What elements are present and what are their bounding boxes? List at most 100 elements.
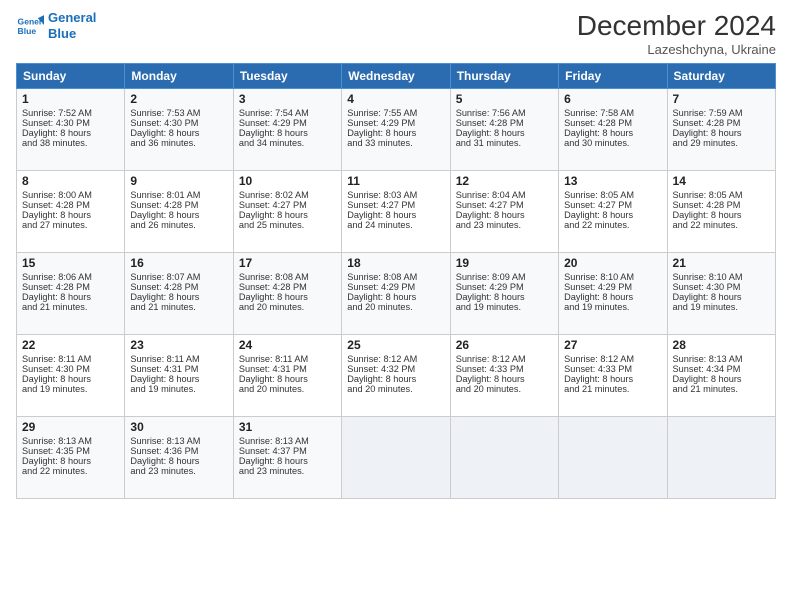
table-row: 19 Sunrise: 8:09 AMSunset: 4:29 PMDayligh…	[450, 253, 558, 335]
cell-info-line: Sunset: 4:30 PM	[22, 118, 119, 128]
cell-info-line: and 30 minutes.	[564, 138, 661, 148]
day-number: 21	[673, 256, 770, 270]
day-number: 15	[22, 256, 119, 270]
cell-info-line: Sunset: 4:28 PM	[564, 118, 661, 128]
location-subtitle: Lazeshchyna, Ukraine	[577, 42, 776, 57]
table-row: 10Sunrise: 8:02 AMSunset: 4:27 PMDayligh…	[233, 171, 341, 253]
cell-info-line: Daylight: 8 hours	[564, 374, 661, 384]
day-number: 7	[673, 92, 770, 106]
cell-info-line: Daylight: 8 hours	[22, 128, 119, 138]
cell-info-line: and 20 minutes.	[239, 384, 336, 394]
logo: General Blue General Blue	[16, 10, 96, 41]
cell-info-line: Daylight: 8 hours	[22, 456, 119, 466]
day-number: 9	[130, 174, 227, 188]
cell-info-line: Sunset: 4:28 PM	[130, 200, 227, 210]
cell-info-line: Sunrise: 7:59 AM	[673, 108, 770, 118]
logo-icon: General Blue	[16, 12, 44, 40]
cell-info-line: Daylight: 8 hours	[564, 210, 661, 220]
cell-info-line: Daylight: 8 hours	[239, 292, 336, 302]
table-row: 30Sunrise: 8:13 AMSunset: 4:36 PMDayligh…	[125, 417, 233, 499]
cell-info-line: Daylight: 8 hours	[347, 374, 444, 384]
cell-info-line: and 27 minutes.	[22, 220, 119, 230]
cell-info-line: Sunset: 4:29 PM	[456, 282, 553, 292]
table-row: 3Sunrise: 7:54 AMSunset: 4:29 PMDaylight…	[233, 89, 341, 171]
cell-info-line: Sunrise: 8:05 AM	[673, 190, 770, 200]
table-row: 24Sunrise: 8:11 AMSunset: 4:31 PMDayligh…	[233, 335, 341, 417]
day-number: 31	[239, 420, 336, 434]
cell-info-line: Daylight: 8 hours	[456, 210, 553, 220]
cell-info-line: Sunrise: 8:13 AM	[130, 436, 227, 446]
cell-info-line: Daylight: 8 hours	[239, 210, 336, 220]
day-number: 27	[564, 338, 661, 352]
cell-info-line: Sunrise: 8:12 AM	[564, 354, 661, 364]
cell-info-line: Daylight: 8 hours	[22, 210, 119, 220]
cell-info-line: and 21 minutes.	[22, 302, 119, 312]
cell-info-line: and 19 minutes.	[456, 302, 553, 312]
table-row: 7Sunrise: 7:59 AMSunset: 4:28 PMDaylight…	[667, 89, 775, 171]
cell-info-line: and 26 minutes.	[130, 220, 227, 230]
cell-info-line: Daylight: 8 hours	[456, 292, 553, 302]
cell-info-line: Sunrise: 8:11 AM	[130, 354, 227, 364]
cell-info-line: Sunset: 4:30 PM	[673, 282, 770, 292]
cell-info-line: Daylight: 8 hours	[239, 374, 336, 384]
cell-info-line: Sunrise: 7:53 AM	[130, 108, 227, 118]
month-title: December 2024	[577, 10, 776, 42]
cell-info-line: and 38 minutes.	[22, 138, 119, 148]
day-number: 5	[456, 92, 553, 106]
day-number: 8	[22, 174, 119, 188]
cell-info-line: Sunrise: 8:10 AM	[673, 272, 770, 282]
calendar-table: Sunday Monday Tuesday Wednesday Thursday…	[16, 63, 776, 499]
cell-info-line: Sunset: 4:28 PM	[22, 200, 119, 210]
cell-info-line: Sunset: 4:30 PM	[22, 364, 119, 374]
col-sunday: Sunday	[17, 64, 125, 89]
cell-info-line: Sunset: 4:28 PM	[456, 118, 553, 128]
cell-info-line: and 19 minutes.	[22, 384, 119, 394]
cell-info-line: Sunrise: 7:56 AM	[456, 108, 553, 118]
cell-info-line: and 19 minutes.	[564, 302, 661, 312]
table-row: 28Sunrise: 8:13 AMSunset: 4:34 PMDayligh…	[667, 335, 775, 417]
table-row: 29Sunrise: 8:13 AMSunset: 4:35 PMDayligh…	[17, 417, 125, 499]
cell-info-line: and 21 minutes.	[673, 384, 770, 394]
cell-info-line: Sunrise: 8:12 AM	[347, 354, 444, 364]
cell-info-line: Sunrise: 8:01 AM	[130, 190, 227, 200]
day-number: 10	[239, 174, 336, 188]
header: General Blue General Blue December 2024 …	[16, 10, 776, 57]
day-number: 1	[22, 92, 119, 106]
cell-info-line: Sunset: 4:27 PM	[347, 200, 444, 210]
cell-info-line: Sunrise: 8:09 AM	[456, 272, 553, 282]
cell-info-line: and 20 minutes.	[347, 302, 444, 312]
table-row: 13Sunrise: 8:05 AMSunset: 4:27 PMDayligh…	[559, 171, 667, 253]
cell-info-line: Sunrise: 8:12 AM	[456, 354, 553, 364]
table-row: 25Sunrise: 8:12 AMSunset: 4:32 PMDayligh…	[342, 335, 450, 417]
cell-info-line: Sunrise: 8:13 AM	[239, 436, 336, 446]
cell-info-line: and 24 minutes.	[347, 220, 444, 230]
day-number: 26	[456, 338, 553, 352]
cell-info-line: Sunrise: 8:06 AM	[22, 272, 119, 282]
cell-info-line: Sunset: 4:27 PM	[456, 200, 553, 210]
day-number: 11	[347, 174, 444, 188]
day-number: 3	[239, 92, 336, 106]
title-block: December 2024 Lazeshchyna, Ukraine	[577, 10, 776, 57]
cell-info-line: Sunset: 4:34 PM	[673, 364, 770, 374]
cell-info-line: Sunrise: 7:54 AM	[239, 108, 336, 118]
cell-info-line: Daylight: 8 hours	[130, 210, 227, 220]
day-number: 19	[456, 256, 553, 270]
cell-info-line: Sunrise: 8:13 AM	[22, 436, 119, 446]
cell-info-line: Daylight: 8 hours	[673, 292, 770, 302]
table-row: 17Sunrise: 8:08 AMSunset: 4:28 PMDayligh…	[233, 253, 341, 335]
cell-info-line: Sunset: 4:32 PM	[347, 364, 444, 374]
col-thursday: Thursday	[450, 64, 558, 89]
table-row: 26Sunrise: 8:12 AMSunset: 4:33 PMDayligh…	[450, 335, 558, 417]
table-row: 2Sunrise: 7:53 AMSunset: 4:30 PMDaylight…	[125, 89, 233, 171]
cell-info-line: and 23 minutes.	[456, 220, 553, 230]
day-number: 14	[673, 174, 770, 188]
table-row: 1Sunrise: 7:52 AMSunset: 4:30 PMDaylight…	[17, 89, 125, 171]
cell-info-line: Sunset: 4:31 PM	[130, 364, 227, 374]
cell-info-line: Daylight: 8 hours	[456, 128, 553, 138]
table-row: 27Sunrise: 8:12 AMSunset: 4:33 PMDayligh…	[559, 335, 667, 417]
day-number: 24	[239, 338, 336, 352]
cell-info-line: and 23 minutes.	[239, 466, 336, 476]
logo-line2: Blue	[48, 26, 76, 41]
day-number: 30	[130, 420, 227, 434]
logo-line1: General	[48, 10, 96, 25]
